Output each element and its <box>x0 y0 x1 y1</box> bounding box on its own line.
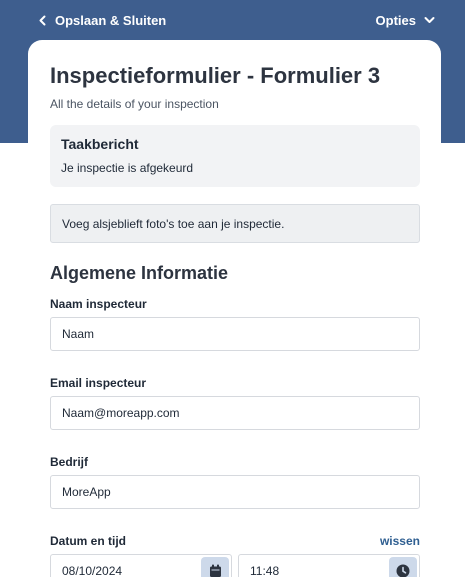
section-title: Algemene Informatie <box>50 263 229 283</box>
save-and-close-button[interactable]: Opslaan & Sluiten <box>38 13 166 28</box>
time-picker-button[interactable] <box>389 557 417 577</box>
task-message-text: Je inspectie is afgekeurd <box>61 161 194 175</box>
inspector-name-input[interactable]: Naam <box>50 317 420 351</box>
form-card: Inspectieformulier - Formulier 3 All the… <box>28 40 441 577</box>
inspector-name-label: Naam inspecteur <box>50 297 147 311</box>
company-label: Bedrijf <box>50 455 89 469</box>
calendar-icon <box>209 564 222 577</box>
page-title: Inspectieformulier - Formulier 3 <box>50 63 381 88</box>
date-value: 08/10/2024 <box>62 564 123 577</box>
options-button[interactable]: Opties <box>376 13 435 28</box>
clock-icon <box>396 564 410 577</box>
time-value: 11:48 <box>250 564 280 577</box>
photo-notice: Voeg alsjeblieft foto's toe aan je inspe… <box>50 204 420 243</box>
chevron-left-icon <box>38 15 47 26</box>
datetime-field: Datum en tijd wissen 08/10/2024 11:48 <box>50 534 420 577</box>
datetime-label: Datum en tijd <box>50 534 127 548</box>
inspector-name-field: Naam inspecteur Naam <box>50 297 420 351</box>
inspector-email-label: Email inspecteur <box>50 376 147 390</box>
date-picker-button[interactable] <box>201 557 229 577</box>
date-input[interactable]: 08/10/2024 <box>50 554 232 577</box>
company-field: Bedrijf MoreApp <box>50 455 420 509</box>
clear-datetime-link[interactable]: wissen <box>380 534 420 548</box>
task-message-title: Taakbericht <box>61 136 139 152</box>
inspector-email-input[interactable]: Naam@moreapp.com <box>50 396 420 430</box>
inspector-email-field: Email inspecteur Naam@moreapp.com <box>50 376 420 430</box>
page-subtitle: All the details of your inspection <box>50 97 219 111</box>
time-input[interactable]: 11:48 <box>238 554 420 577</box>
company-input[interactable]: MoreApp <box>50 475 420 509</box>
options-label: Opties <box>375 12 416 28</box>
top-bar: Opslaan & Sluiten Opties <box>0 0 465 40</box>
save-and-close-label: Opslaan & Sluiten <box>55 12 167 28</box>
task-message-box: Taakbericht Je inspectie is afgekeurd <box>50 125 420 187</box>
chevron-down-icon <box>424 16 435 24</box>
